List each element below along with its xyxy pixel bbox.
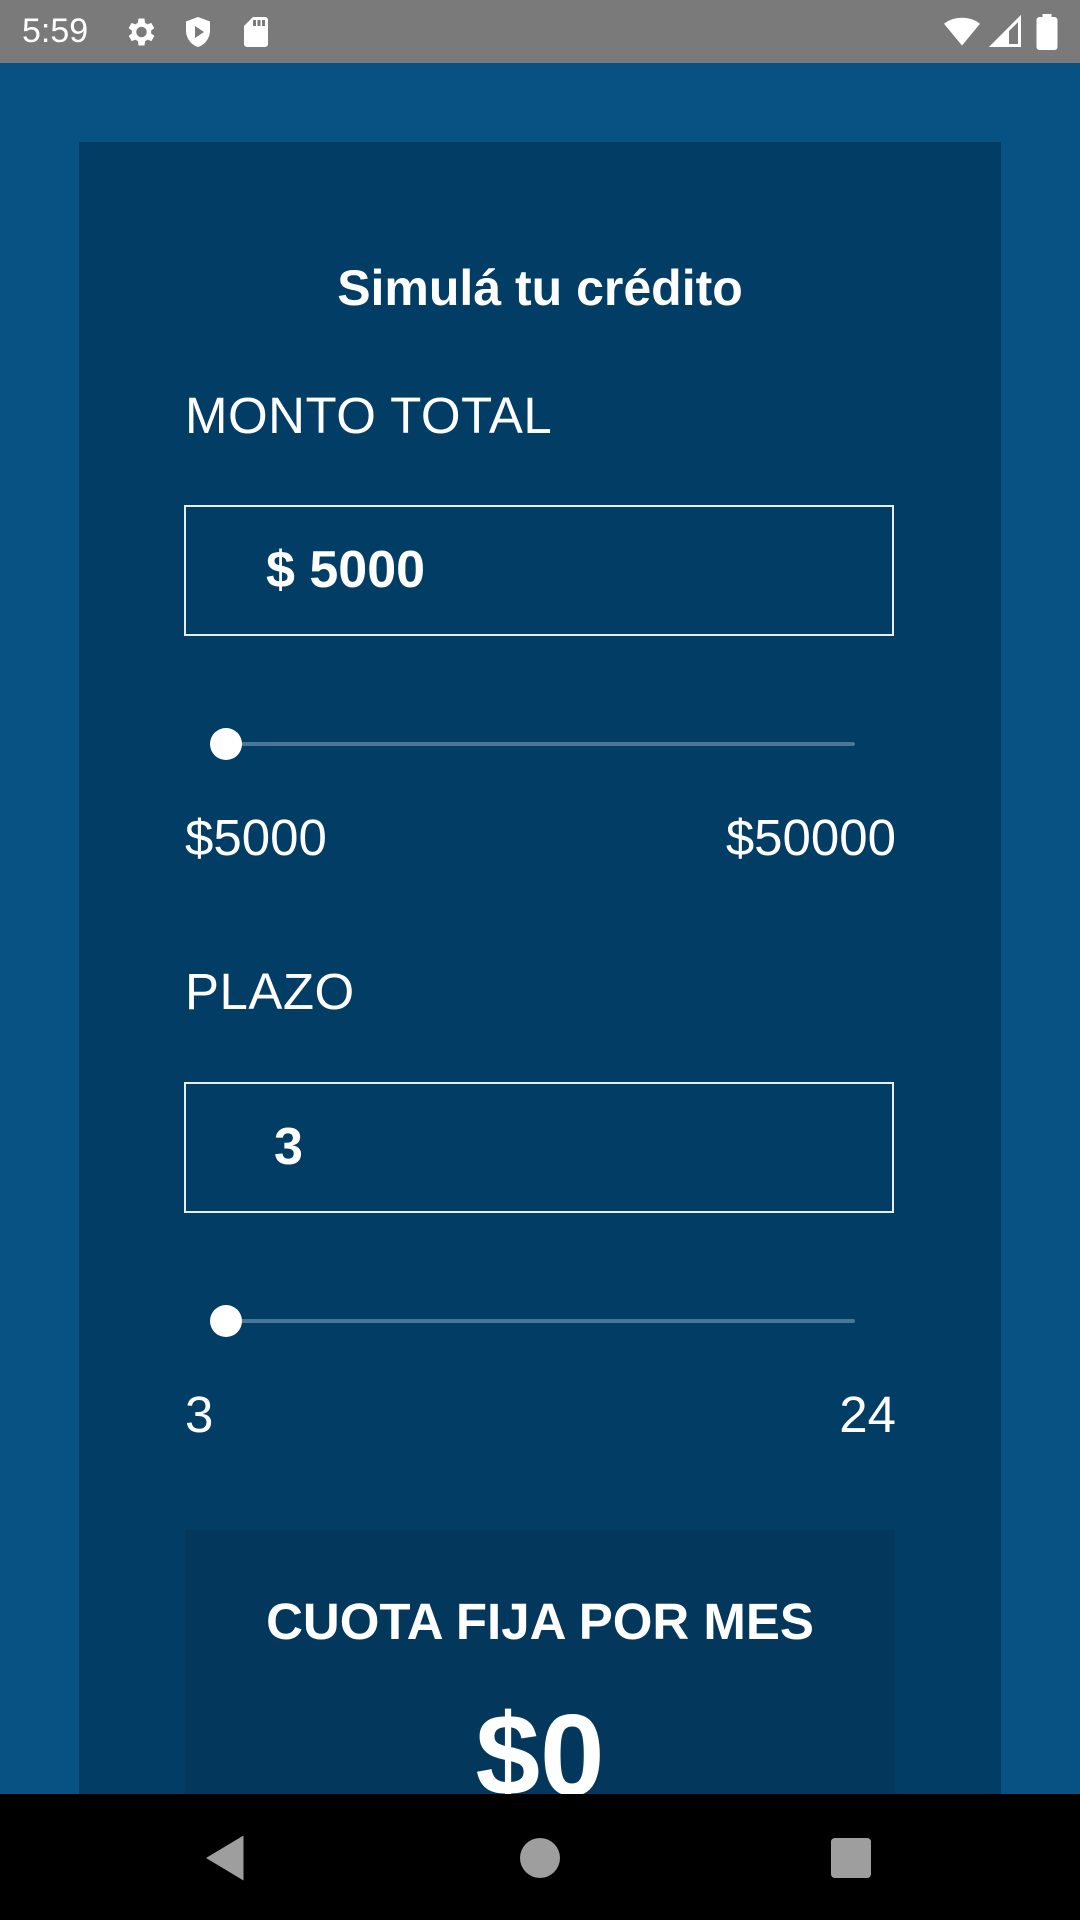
amount-slider-thumb[interactable]: [210, 728, 242, 760]
term-label: PLAZO: [185, 963, 355, 1020]
home-icon[interactable]: [510, 1828, 570, 1888]
amount-slider-track[interactable]: [226, 742, 855, 746]
wifi-icon: [940, 14, 984, 50]
term-slider-track[interactable]: [226, 1319, 855, 1323]
amount-value: $ 5000: [266, 541, 426, 599]
signal-icon: [988, 14, 1024, 50]
page-title: Simulá tu crédito: [337, 260, 743, 316]
amount-min-label: $5000: [185, 809, 327, 866]
status-bar: 5:59: [0, 0, 1080, 63]
amount-label: MONTO TOTAL: [185, 387, 553, 444]
monthly-payment-value: $0: [475, 1690, 605, 1800]
term-field[interactable]: 3: [184, 1082, 894, 1213]
recents-icon[interactable]: [821, 1828, 881, 1888]
navigation-bar: [0, 1794, 1080, 1920]
shield-icon: [180, 14, 216, 50]
status-time: 5:59: [22, 12, 89, 50]
back-icon[interactable]: [196, 1828, 256, 1888]
sd-card-icon: [238, 14, 274, 50]
term-max-label: 24: [839, 1386, 896, 1443]
term-slider[interactable]: [210, 1301, 855, 1341]
amount-slider[interactable]: [210, 724, 855, 764]
amount-max-label: $50000: [725, 809, 896, 866]
battery-icon: [1032, 14, 1062, 50]
gear-icon: [122, 14, 158, 50]
result-panel: CUOTA FIJA POR MES $0: [185, 1530, 895, 1800]
amount-field[interactable]: $ 5000: [184, 505, 894, 636]
term-min-label: 3: [185, 1386, 214, 1443]
term-slider-thumb[interactable]: [210, 1305, 242, 1337]
monthly-payment-label: CUOTA FIJA POR MES: [266, 1593, 814, 1650]
term-value: 3: [274, 1118, 303, 1176]
